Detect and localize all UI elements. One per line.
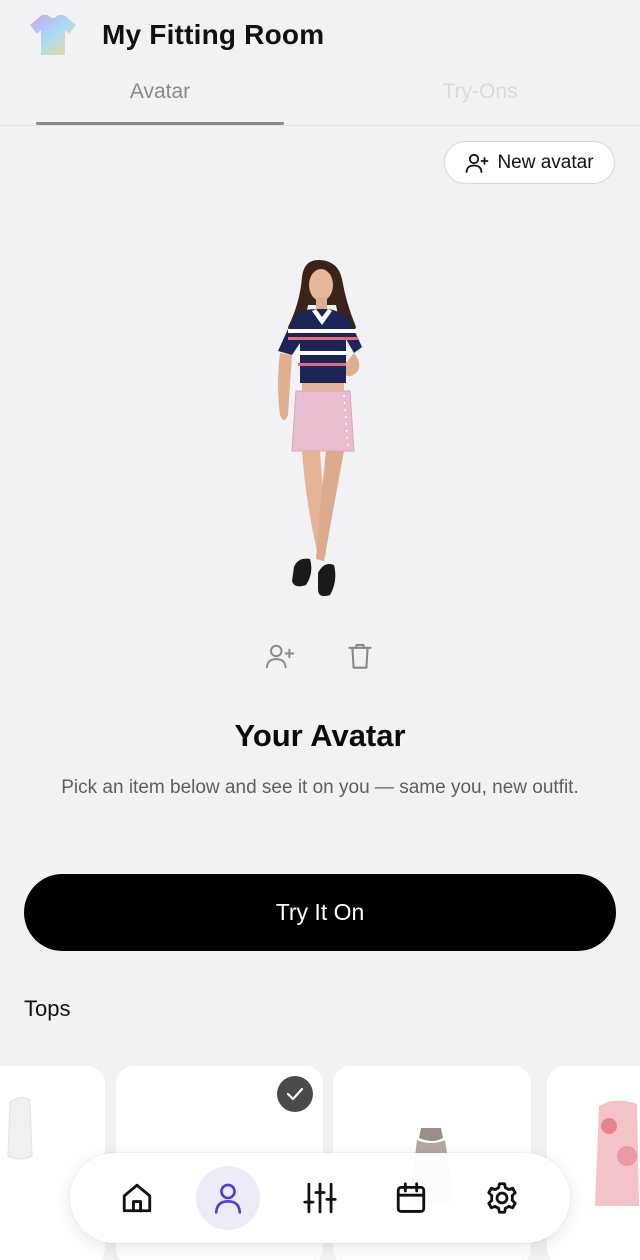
user-plus-icon — [265, 644, 295, 669]
nav-avatar[interactable] — [196, 1166, 260, 1230]
calendar-icon — [396, 1182, 426, 1213]
nav-calendar[interactable] — [379, 1166, 443, 1230]
user-icon — [214, 1183, 242, 1214]
nav-filters[interactable] — [288, 1166, 352, 1230]
tab-avatar[interactable]: Avatar — [0, 80, 320, 104]
tab-try-ons[interactable]: Try-Ons — [320, 80, 640, 104]
user-plus-icon — [466, 153, 489, 173]
top-item-card[interactable] — [547, 1066, 640, 1260]
add-avatar-button[interactable] — [262, 638, 298, 674]
tops-section-title: Tops — [24, 996, 71, 1021]
nav-home[interactable] — [105, 1166, 169, 1230]
avatar-title: Your Avatar — [234, 718, 406, 753]
delete-avatar-button[interactable] — [342, 638, 378, 674]
nav-settings[interactable] — [470, 1166, 534, 1230]
new-avatar-button[interactable]: New avatar — [444, 141, 615, 184]
pink-print-top-thumbnail — [595, 1100, 639, 1206]
avatar-photo — [278, 259, 362, 597]
tab-bar: Avatar Try-Ons — [0, 72, 640, 126]
bottom-navigation — [70, 1153, 570, 1243]
home-icon — [122, 1183, 152, 1213]
avatar-actions — [258, 638, 378, 674]
app-header: My Fitting Room — [0, 0, 640, 70]
app-title: My Fitting Room — [102, 19, 325, 50]
selected-check-icon — [277, 1076, 313, 1112]
gear-icon — [487, 1182, 517, 1214]
active-tab-indicator — [36, 122, 284, 125]
tshirt-gradient-icon — [30, 15, 76, 55]
new-avatar-label: New avatar — [497, 151, 594, 173]
trash-icon — [348, 643, 372, 669]
try-it-on-button[interactable]: Try It On — [24, 874, 616, 951]
avatar-description: Pick an item below and see it on you — s… — [61, 777, 579, 798]
sliders-icon — [303, 1182, 337, 1214]
